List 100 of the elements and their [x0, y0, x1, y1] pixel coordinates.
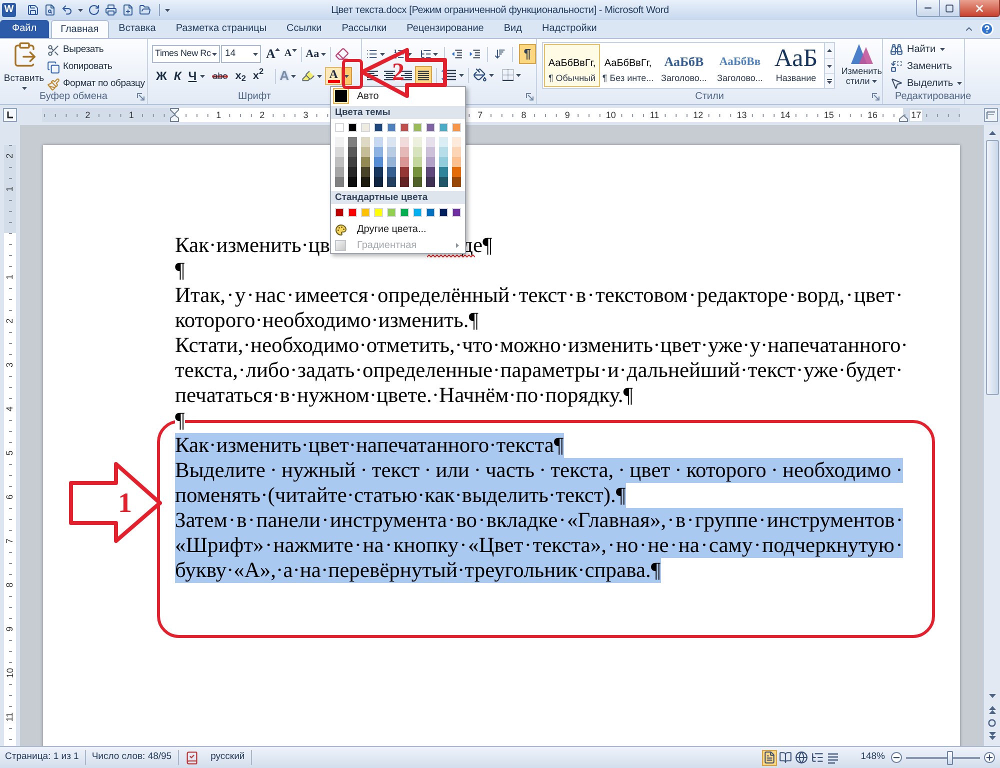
underline-button[interactable]: Ч [188, 68, 205, 84]
bold-button[interactable]: Ж [156, 68, 167, 84]
dialog-launcher-icon[interactable] [137, 93, 145, 101]
style-item[interactable]: АаБбВвГг, ¶ Без инте... [600, 44, 656, 87]
gallery-more-button[interactable] [825, 73, 834, 88]
color-swatch-icon[interactable] [374, 147, 383, 157]
font-name-field[interactable]: Times New Rc [152, 45, 220, 63]
new-document-icon[interactable] [122, 4, 134, 16]
align-justify-button[interactable] [415, 66, 432, 84]
color-swatch-icon[interactable] [400, 208, 409, 217]
gallery-down-button[interactable] [825, 58, 834, 73]
color-swatch-icon[interactable] [335, 147, 344, 157]
tab-stop-icon[interactable] [3, 108, 17, 122]
ribbon-tab[interactable]: Рассылки [332, 20, 397, 38]
indent-marker-icon[interactable] [170, 108, 180, 122]
font-size-field[interactable]: 14 [221, 45, 261, 63]
color-swatch-icon[interactable] [439, 157, 448, 167]
borders-icon[interactable] [502, 69, 514, 81]
color-swatch-icon[interactable] [439, 208, 448, 217]
color-swatch-icon[interactable] [439, 147, 448, 157]
decrease-indent-icon[interactable] [451, 48, 464, 60]
change-styles-button[interactable]: Изменить стили [841, 42, 882, 86]
ribbon-tab[interactable]: Надстройки [532, 20, 607, 38]
color-swatch-icon[interactable] [361, 157, 370, 167]
color-swatch-icon[interactable] [387, 167, 396, 177]
find-button[interactable]: Найти [890, 41, 964, 58]
subscript-button[interactable]: x$_{2}$ [235, 68, 246, 84]
copy-button[interactable]: Копировать [47, 59, 145, 76]
color-swatch-icon[interactable] [361, 147, 370, 157]
color-swatch-icon[interactable] [400, 177, 409, 187]
color-swatch-icon[interactable] [426, 167, 435, 177]
color-swatch-icon[interactable] [335, 123, 344, 132]
grow-font-button[interactable]: A [266, 47, 280, 61]
color-swatch-icon[interactable] [400, 167, 409, 177]
color-swatch-icon[interactable] [452, 208, 461, 217]
color-swatch-icon[interactable] [374, 177, 383, 187]
eraser-icon[interactable] [335, 47, 350, 61]
color-swatch-icon[interactable] [426, 177, 435, 187]
color-swatch-icon[interactable] [348, 157, 357, 167]
ribbon-tab[interactable]: Вставка [108, 20, 166, 38]
color-swatch-icon[interactable] [426, 147, 435, 157]
font-color-button[interactable]: A [325, 67, 342, 85]
redo-icon[interactable] [88, 4, 100, 16]
save-icon[interactable] [27, 4, 39, 16]
color-swatch-icon[interactable] [413, 123, 422, 132]
printer-icon[interactable] [105, 4, 117, 16]
color-swatch-icon[interactable] [374, 157, 383, 167]
indent-marker-icon[interactable] [899, 115, 908, 122]
cut-button[interactable]: Вырезать [47, 42, 145, 59]
replace-button[interactable]: Заменить [890, 58, 964, 75]
multilevel-list-icon[interactable] [420, 47, 432, 61]
ribbon-tab[interactable]: Главная [50, 20, 109, 38]
color-swatch-icon[interactable] [400, 137, 409, 147]
color-swatch-icon[interactable] [452, 147, 461, 157]
color-swatch-icon[interactable] [413, 157, 422, 167]
color-swatch-icon[interactable] [413, 147, 422, 157]
color-swatch-icon[interactable] [387, 177, 396, 187]
view-button[interactable] [794, 750, 809, 766]
color-swatch-icon[interactable] [452, 123, 461, 132]
paint-bucket-icon[interactable] [473, 68, 487, 82]
ribbon-tab[interactable]: Ссылки [276, 20, 332, 38]
color-swatch-icon[interactable] [426, 123, 435, 132]
color-swatch-icon[interactable] [348, 177, 357, 187]
style-item[interactable]: АаБбВ Заголово... [656, 44, 712, 87]
menu-item[interactable]: Другие цвета... [331, 222, 465, 237]
color-swatch-icon[interactable] [452, 157, 461, 167]
previous-page-icon[interactable] [988, 706, 996, 714]
color-swatch-icon[interactable] [387, 137, 396, 147]
color-swatch-icon[interactable] [361, 167, 370, 177]
color-swatch-icon[interactable] [426, 157, 435, 167]
color-swatch-icon[interactable] [452, 167, 461, 177]
browse-object-icon[interactable] [988, 719, 996, 727]
folder-icon[interactable] [139, 4, 151, 16]
highlighter-icon[interactable] [301, 69, 316, 83]
undo-icon[interactable] [61, 4, 73, 16]
paste-button[interactable]: Вставить [3, 41, 45, 93]
color-swatch-icon[interactable] [374, 123, 383, 132]
ribbon-tab[interactable]: Рецензирование [396, 20, 494, 38]
color-swatch-icon[interactable] [335, 157, 344, 167]
color-swatch-icon[interactable] [335, 137, 344, 147]
color-swatch-icon[interactable] [374, 137, 383, 147]
maximize-button[interactable] [940, 0, 960, 17]
color-swatch-icon[interactable] [452, 137, 461, 147]
format-painter-button[interactable]: Формат по образцу [47, 76, 145, 93]
color-swatch-icon[interactable] [361, 123, 370, 132]
word-count[interactable]: Число слов: 48/95 [92, 750, 172, 765]
next-page-icon[interactable] [988, 732, 996, 740]
dialog-launcher-icon[interactable] [526, 93, 534, 101]
change-case-button[interactable]: Aa [306, 46, 326, 62]
color-swatch-icon[interactable] [348, 208, 357, 217]
color-swatch-icon[interactable] [413, 167, 422, 177]
color-swatch-icon[interactable] [413, 137, 422, 147]
color-swatch-icon[interactable] [361, 137, 370, 147]
color-swatch-icon[interactable] [387, 147, 396, 157]
style-item[interactable]: АаБбВвГг, ¶ Обычный [544, 44, 600, 87]
increase-indent-icon[interactable] [469, 48, 481, 60]
scroll-thumb[interactable] [986, 140, 998, 395]
numbered-list-icon[interactable] [392, 47, 405, 61]
zoom-level[interactable]: 148% [860, 750, 885, 765]
line-spacing-icon[interactable] [441, 69, 457, 81]
